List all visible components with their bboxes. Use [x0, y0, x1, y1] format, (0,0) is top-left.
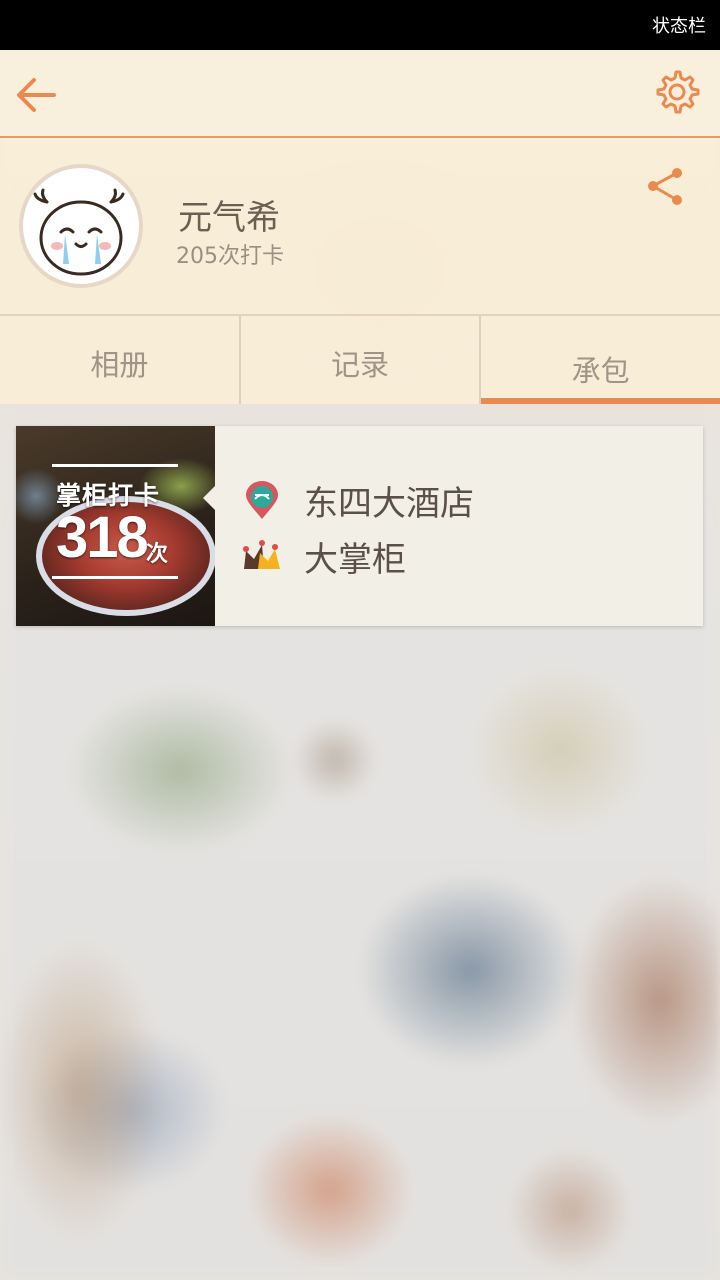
- tab-album[interactable]: 相册: [0, 316, 241, 404]
- tab-album-label: 相册: [90, 348, 149, 382]
- back-arrow-icon: [17, 78, 56, 112]
- tab-contracted-label: 承包: [571, 354, 630, 388]
- status-bar-text: 状态栏: [652, 16, 706, 37]
- tab-records[interactable]: 记录: [241, 316, 482, 404]
- crying-face-avatar-icon: [33, 188, 125, 276]
- profile-header: 元气希 205次打卡: [0, 138, 720, 316]
- tab-bar: 相册 记录 承包: [0, 316, 720, 404]
- badge-count: 318: [56, 505, 149, 570]
- venue-name: 东四大酒店: [304, 484, 474, 524]
- venue-card[interactable]: 掌柜打卡 318 次 东四大酒店 大掌柜: [16, 426, 703, 626]
- top-bar: [0, 50, 720, 138]
- badge-divider-bottom: [52, 576, 178, 579]
- tab-records-label: 记录: [331, 348, 390, 382]
- rank-title: 大掌柜: [304, 540, 406, 580]
- checkin-count: 205次打卡: [176, 244, 284, 269]
- share-button[interactable]: [646, 166, 686, 208]
- badge-divider-top: [52, 464, 178, 467]
- username: 元气希: [178, 198, 280, 238]
- tab-contracted[interactable]: 承包: [481, 316, 720, 404]
- status-bar: 状态栏: [0, 0, 720, 50]
- badge-unit: 次: [146, 542, 169, 567]
- gear-icon: [656, 70, 700, 114]
- crown-icon: [243, 539, 280, 569]
- checkin-badge-photo: 掌柜打卡 318 次: [16, 426, 215, 626]
- location-pin-icon: [246, 480, 278, 519]
- back-button[interactable]: [14, 72, 60, 118]
- active-tab-indicator: [481, 398, 720, 404]
- rank-row: 大掌柜: [242, 532, 406, 581]
- avatar[interactable]: [19, 164, 143, 288]
- settings-button[interactable]: [652, 68, 700, 116]
- card-notch: [203, 486, 215, 510]
- share-icon: [648, 168, 682, 205]
- venue-row: 东四大酒店: [242, 476, 474, 525]
